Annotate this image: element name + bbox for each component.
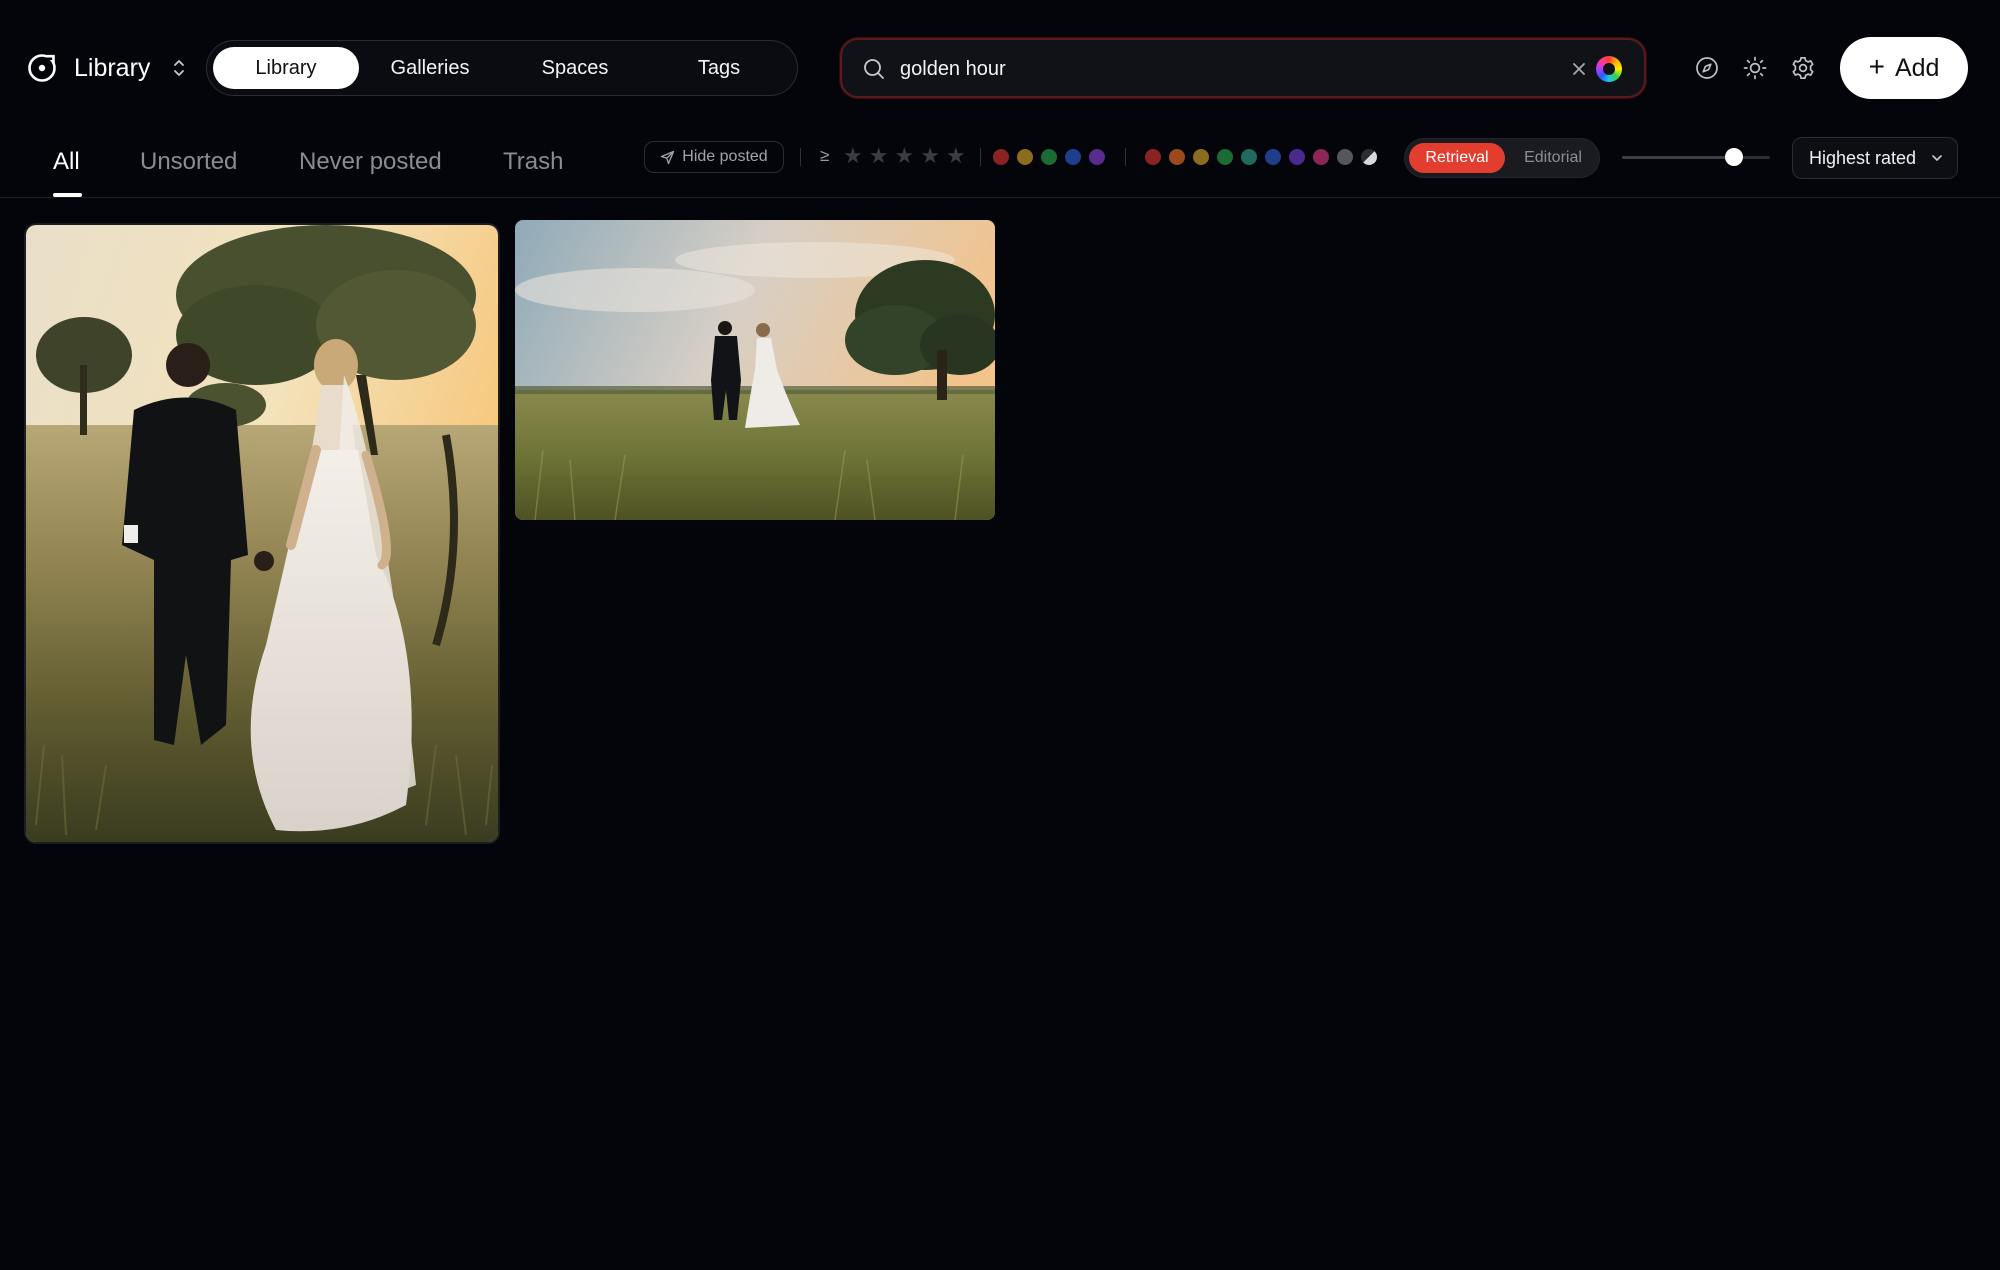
color-swatch[interactable] xyxy=(1065,149,1081,165)
mode-retrieval[interactable]: Retrieval xyxy=(1409,143,1505,173)
active-tab-indicator xyxy=(53,193,82,197)
tab-all[interactable]: All xyxy=(53,148,80,176)
search-icon xyxy=(864,59,884,79)
divider xyxy=(800,148,801,166)
close-icon[interactable] xyxy=(1570,60,1588,78)
tab-trash[interactable]: Trash xyxy=(503,148,563,176)
divider xyxy=(980,148,981,166)
photo-couple-landscape xyxy=(515,220,995,520)
rating-filter: ★ ★ ★ ★ ★ xyxy=(843,143,966,169)
color-swatch[interactable] xyxy=(1313,149,1329,165)
color-swatch[interactable] xyxy=(1089,149,1105,165)
sort-selected-label: Highest rated xyxy=(1809,147,1917,168)
photo-card[interactable] xyxy=(26,225,498,842)
gear-icon[interactable] xyxy=(1790,55,1816,81)
color-swatch[interactable] xyxy=(1169,149,1185,165)
nav-tab-spaces[interactable]: Spaces xyxy=(502,47,648,89)
main-nav: Library Galleries Spaces Tags xyxy=(206,40,798,96)
label-color-filter xyxy=(993,149,1105,165)
nav-tab-galleries[interactable]: Galleries xyxy=(357,47,503,89)
mode-editorial[interactable]: Editorial xyxy=(1509,143,1597,173)
library-title: Library xyxy=(74,53,151,82)
search-input[interactable] xyxy=(900,52,1540,86)
compass-icon[interactable] xyxy=(1694,55,1720,81)
color-wheel-icon[interactable] xyxy=(1596,56,1622,82)
nav-tab-tags[interactable]: Tags xyxy=(646,47,792,89)
nav-tab-library[interactable]: Library xyxy=(213,47,359,89)
color-swatch[interactable] xyxy=(1145,149,1161,165)
star-icon[interactable]: ★ xyxy=(843,143,863,169)
plus-icon: + xyxy=(1868,51,1885,82)
library-switcher[interactable]: Library xyxy=(26,50,186,86)
color-swatch[interactable] xyxy=(1265,149,1281,165)
slider-thumb[interactable] xyxy=(1725,148,1744,166)
sun-icon[interactable] xyxy=(1742,55,1768,81)
star-icon[interactable]: ★ xyxy=(920,143,940,169)
chevron-down-icon xyxy=(1932,155,1942,161)
star-icon[interactable]: ★ xyxy=(946,143,966,169)
divider xyxy=(1125,148,1126,166)
tab-never-posted[interactable]: Never posted xyxy=(299,148,442,176)
sort-select[interactable]: Highest rated xyxy=(1792,137,1958,179)
add-button[interactable]: + Add xyxy=(1840,37,1968,99)
thumbnail-size-slider[interactable] xyxy=(1622,148,1770,166)
photo-couple-portrait xyxy=(26,225,498,842)
color-swatch[interactable] xyxy=(1289,149,1305,165)
star-icon[interactable]: ★ xyxy=(869,143,889,169)
palette-color-filter xyxy=(1145,149,1377,165)
library-logo-icon xyxy=(28,52,58,82)
color-swatch[interactable] xyxy=(993,149,1009,165)
slider-fill xyxy=(1622,156,1735,159)
rating-prefix: ≥ xyxy=(820,146,830,165)
star-icon[interactable]: ★ xyxy=(894,143,914,169)
color-swatch[interactable] xyxy=(1041,149,1057,165)
add-button-label: Add xyxy=(1894,53,1940,82)
chevron-up-down-icon xyxy=(174,60,185,76)
hide-posted-button[interactable]: Hide posted xyxy=(644,141,784,173)
tab-unsorted[interactable]: Unsorted xyxy=(140,148,237,176)
monochrome-swatch[interactable] xyxy=(1361,149,1377,165)
send-icon xyxy=(661,150,675,164)
photo-card[interactable] xyxy=(515,220,995,520)
search-bar xyxy=(840,38,1646,98)
color-swatch[interactable] xyxy=(1217,149,1233,165)
color-swatch[interactable] xyxy=(1337,149,1353,165)
hide-posted-label: Hide posted xyxy=(682,148,768,165)
filter-bar: All Unsorted Never posted Trash Hide pos… xyxy=(0,128,2000,198)
color-swatch[interactable] xyxy=(1241,149,1257,165)
color-swatch[interactable] xyxy=(1017,149,1033,165)
color-swatch[interactable] xyxy=(1193,149,1209,165)
top-bar: Library Library Galleries Spaces Tags go… xyxy=(0,0,2000,128)
mode-toggle: Retrieval Editorial xyxy=(1404,138,1600,178)
